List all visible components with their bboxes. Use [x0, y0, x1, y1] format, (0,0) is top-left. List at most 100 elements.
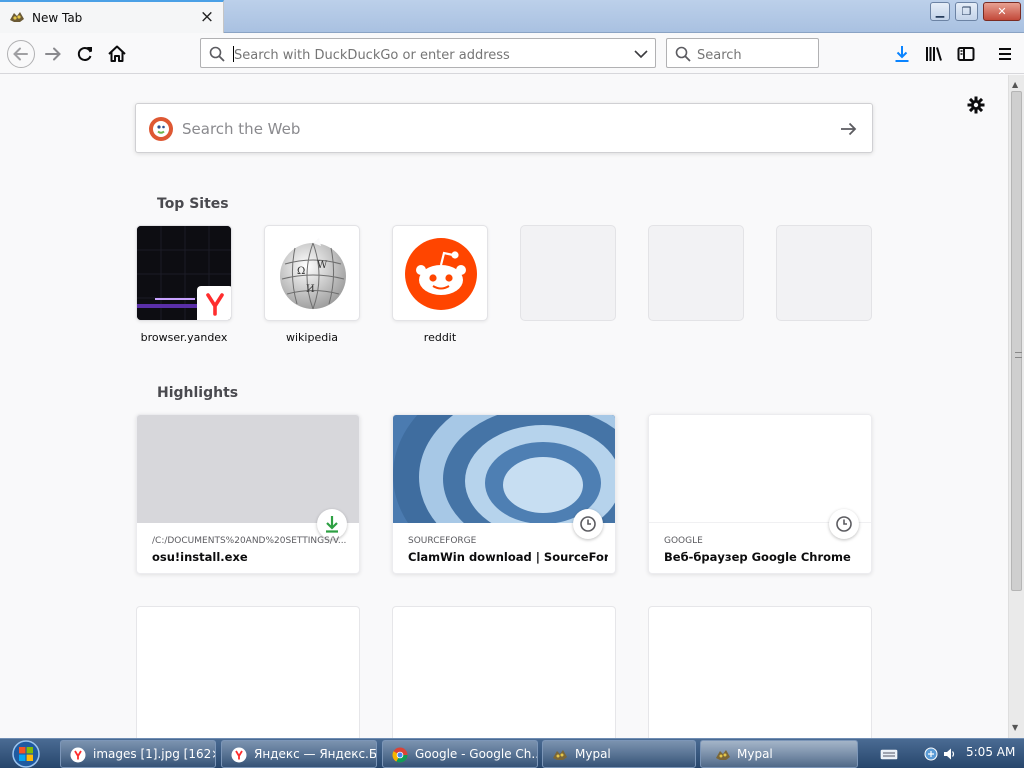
- home-icon: [108, 45, 126, 62]
- task-label: Мураl: [737, 747, 773, 761]
- task-label: Яндекс — Яндекс.Б...: [254, 747, 377, 761]
- reload-button[interactable]: [72, 41, 98, 67]
- top-site-tile-reddit[interactable]: [392, 225, 488, 321]
- taskbar-task-yandex[interactable]: Яндекс — Яндекс.Б...: [221, 740, 377, 768]
- search-input[interactable]: [697, 46, 807, 64]
- task-label: Google - Google Ch...: [415, 747, 538, 761]
- library-button[interactable]: [921, 41, 947, 67]
- address-input[interactable]: [234, 46, 624, 64]
- back-button[interactable]: [7, 40, 35, 68]
- grip-icon: [1015, 352, 1022, 358]
- web-search-placeholder: Search the Web: [182, 120, 301, 138]
- network-icon[interactable]: [924, 746, 938, 762]
- tab-title: New Tab: [32, 11, 83, 25]
- highlight-empty-slot: [392, 606, 616, 738]
- window-maximize-button[interactable]: ❐: [955, 2, 978, 21]
- top-site-label[interactable]: wikipedia: [252, 331, 372, 344]
- search-icon: [209, 46, 225, 62]
- card-source: /C:/DOCUMENTS%20AND%20SETTINGS/V...: [152, 536, 347, 546]
- scroll-down-icon[interactable]: ▼: [1012, 723, 1018, 732]
- svg-text:Ω: Ω: [297, 266, 305, 277]
- tab-close-icon[interactable]: ×: [198, 8, 216, 26]
- web-search-box[interactable]: Search the Web: [135, 103, 873, 153]
- sidebar-button[interactable]: [953, 41, 979, 67]
- wikipedia-globe-icon: Ω W И: [280, 238, 346, 310]
- card-badge: [317, 509, 347, 539]
- taskbar-task-mypal-active[interactable]: Мураl: [700, 740, 858, 768]
- top-site-label[interactable]: reddit: [380, 331, 500, 344]
- top-site-empty-slot[interactable]: [648, 225, 744, 321]
- start-orb-icon[interactable]: [6, 739, 46, 768]
- library-icon: [926, 47, 942, 61]
- top-site-tile-wikipedia[interactable]: Ω W И: [264, 225, 360, 321]
- arrow-right-icon[interactable]: [838, 119, 858, 139]
- highlight-card-download[interactable]: /C:/DOCUMENTS%20AND%20SETTINGS/V... osu!…: [136, 414, 360, 574]
- clock-icon: [836, 516, 852, 532]
- title-bar: New Tab × ▁ ❐ ✕: [0, 0, 1024, 33]
- scroll-up-icon[interactable]: ▲: [1012, 80, 1018, 89]
- highlights-heading: Highlights: [157, 385, 239, 401]
- card-source: SOURCEFORGE: [408, 536, 477, 546]
- search-icon: [675, 46, 691, 62]
- new-tab-page: Search the Web Top Sites browser.yandex …: [0, 75, 1008, 738]
- taskbar-task-images[interactable]: images [1].jpg [162×...: [60, 740, 216, 768]
- card-title: osu!install.exe: [152, 550, 248, 564]
- yandex-y-icon: [206, 293, 224, 316]
- downloads-button[interactable]: [889, 41, 915, 67]
- yandex-badge: [197, 286, 231, 320]
- forward-button[interactable]: [40, 41, 66, 67]
- menu-icon: [999, 48, 1011, 60]
- top-site-tile-yandex[interactable]: [136, 225, 232, 321]
- task-label: images [1].jpg [162×...: [93, 747, 215, 761]
- menu-button[interactable]: [992, 41, 1018, 67]
- card-source: GOOGLE: [664, 536, 703, 546]
- reload-icon: [77, 47, 92, 61]
- reddit-alien-icon: [405, 238, 477, 310]
- window-minimize-button[interactable]: ▁: [930, 2, 950, 21]
- chevron-down-icon[interactable]: [633, 48, 649, 60]
- svg-text:W: W: [317, 260, 328, 271]
- mypal-icon: [553, 750, 567, 760]
- clamwin-thumbnail: [393, 415, 615, 523]
- tab-new-tab[interactable]: New Tab ×: [0, 0, 224, 33]
- gear-icon[interactable]: [966, 95, 986, 115]
- taskbar-clock: 5:05 AM: [966, 745, 1016, 759]
- home-button[interactable]: [104, 41, 130, 67]
- mypal-favicon-icon: [10, 12, 24, 22]
- task-label: Мураl: [575, 747, 611, 761]
- window-close-button[interactable]: ✕: [983, 2, 1021, 21]
- windows-taskbar: images [1].jpg [162×... Яндекс — Яндекс.…: [0, 738, 1024, 768]
- yandex-browser-icon: [70, 747, 86, 763]
- mypal-icon: [716, 750, 730, 760]
- address-bar[interactable]: [200, 38, 656, 68]
- duckduckgo-logo-icon: [149, 117, 173, 141]
- card-badge: [829, 509, 859, 539]
- forward-icon: [45, 47, 61, 61]
- card-title: ClamWin download | SourceForg...: [408, 550, 608, 564]
- nav-toolbar: [0, 33, 1024, 74]
- highlight-empty-slot: [136, 606, 360, 738]
- volume-icon[interactable]: [942, 746, 956, 762]
- chrome-icon: [392, 747, 408, 763]
- highlight-empty-slot: [648, 606, 872, 738]
- taskbar-task-mypal[interactable]: Мураl: [542, 740, 696, 768]
- yandex-browser-icon: [231, 747, 247, 763]
- card-thumbnail: [137, 415, 359, 523]
- vertical-scrollbar[interactable]: ▲ ▼: [1008, 75, 1024, 738]
- search-bar[interactable]: [666, 38, 819, 68]
- download-icon: [326, 516, 338, 533]
- card-badge: [573, 509, 603, 539]
- highlight-card-sourceforge[interactable]: SOURCEFORGE ClamWin download | SourceFor…: [392, 414, 616, 574]
- card-thumbnail: [649, 415, 871, 523]
- keyboard-icon[interactable]: [880, 747, 898, 761]
- taskbar-task-chrome[interactable]: Google - Google Ch...: [382, 740, 538, 768]
- scrollbar-thumb[interactable]: [1011, 91, 1022, 591]
- back-icon: [13, 47, 28, 61]
- top-site-label[interactable]: browser.yandex: [124, 331, 244, 344]
- clock-icon: [580, 516, 596, 532]
- highlight-card-google[interactable]: GOOGLE Веб-браузер Google Chrome: [648, 414, 872, 574]
- card-title: Веб-браузер Google Chrome: [664, 550, 851, 564]
- top-sites-heading: Top Sites: [157, 196, 229, 212]
- top-site-empty-slot[interactable]: [776, 225, 872, 321]
- top-site-empty-slot[interactable]: [520, 225, 616, 321]
